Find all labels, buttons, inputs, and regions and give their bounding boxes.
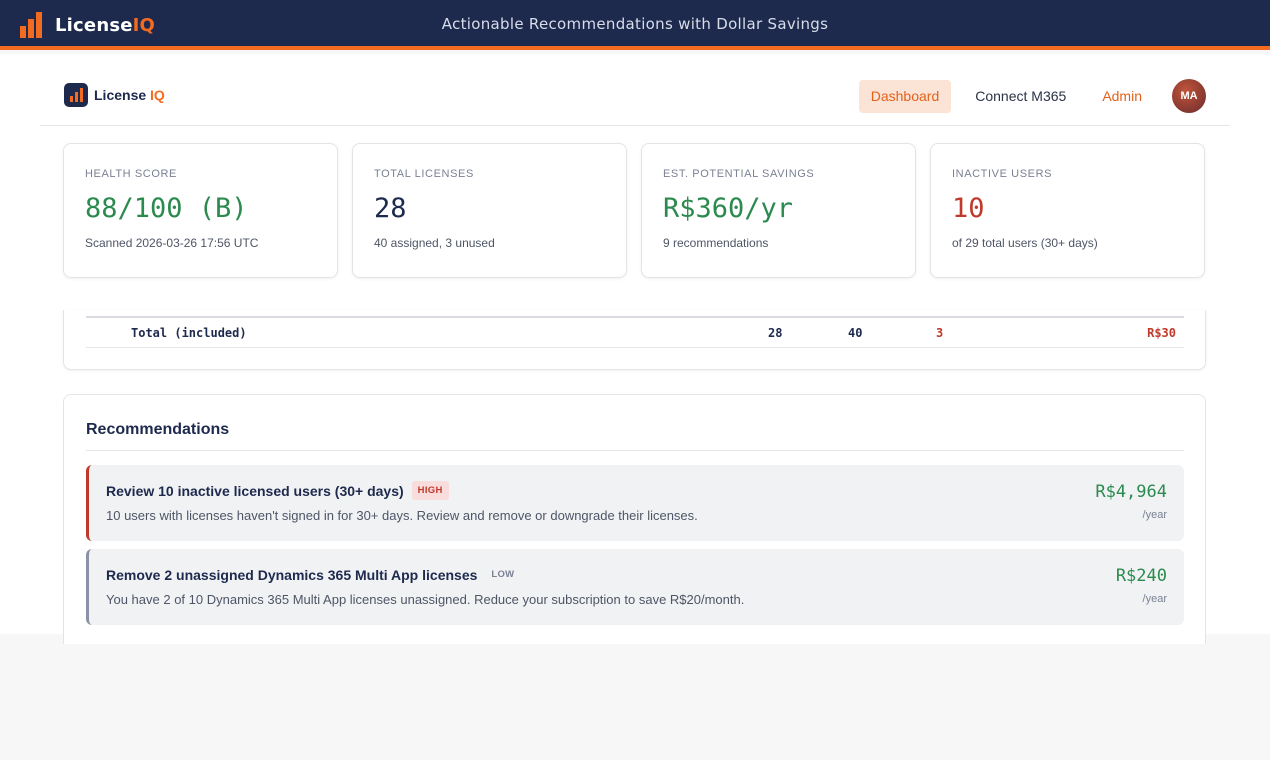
total-row-total: 28 (768, 326, 783, 340)
stat-value: 10 (952, 193, 985, 224)
nav-admin-link[interactable]: Admin (1090, 80, 1154, 113)
total-row-unused: 3 (936, 326, 944, 340)
bar-chart-icon (64, 83, 88, 107)
stat-subtext: Scanned 2026-03-26 17:56 UTC (85, 236, 259, 250)
stat-label: INACTIVE USERS (952, 168, 1053, 180)
user-avatar[interactable]: MA (1172, 79, 1206, 113)
nav-links: Dashboard Connect M365 Admin MA (847, 79, 1206, 113)
recommendation-header: Review 10 inactive licensed users (30+ d… (106, 481, 449, 500)
recommendation-period: /year (1142, 509, 1167, 521)
priority-badge: LOW (491, 569, 515, 580)
nav-dashboard-link[interactable]: Dashboard (858, 79, 952, 113)
recommendation-title: Review 10 inactive licensed users (30+ d… (106, 482, 404, 499)
recommendation-savings: R$4,964 (1095, 482, 1167, 502)
divider (86, 450, 1184, 451)
recommendation-period: /year (1142, 593, 1167, 605)
recommendation-title: Remove 2 unassigned Dynamics 365 Multi A… (106, 566, 478, 583)
licenses-table-card: Total (included) 28 40 3 R$30 (63, 310, 1206, 370)
recommendation-header: Remove 2 unassigned Dynamics 365 Multi A… (106, 565, 520, 584)
recommendation-item[interactable]: Review 10 inactive licensed users (30+ d… (86, 465, 1184, 541)
recommendation-description: You have 2 of 10 Dynamics 365 Multi App … (106, 592, 745, 607)
total-row-cost: R$30 (1147, 326, 1176, 340)
nav-logo-text: License IQ (94, 87, 165, 103)
app-nav: License IQ Dashboard Connect M365 Admin … (40, 54, 1230, 126)
total-row-assigned: 40 (848, 326, 863, 340)
app-main: License IQ Dashboard Connect M365 Admin … (0, 54, 1270, 644)
stat-label: HEALTH SCORE (85, 168, 177, 180)
nav-logo[interactable]: License IQ (64, 83, 165, 107)
table-total-row: Total (included) 28 40 3 R$30 (86, 316, 1184, 348)
stat-value: 88/100 (B) (85, 193, 248, 224)
stat-subtext: 9 recommendations (663, 236, 769, 250)
stat-value: 28 (374, 193, 407, 224)
stat-card-inactive-users: INACTIVE USERS 10 of 29 total users (30+… (930, 143, 1205, 278)
stat-subtext: 40 assigned, 3 unused (374, 236, 495, 250)
recommendations-title: Recommendations (86, 421, 230, 438)
recommendation-description: 10 users with licenses haven't signed in… (106, 508, 698, 523)
total-row-label: Total (included) (131, 326, 247, 340)
stat-card-potential-savings: EST. POTENTIAL SAVINGS R$360/yr 9 recomm… (641, 143, 916, 278)
recommendations-card: Recommendations Review 10 inactive licen… (63, 394, 1206, 644)
priority-badge: HIGH (411, 481, 449, 500)
stat-card-total-licenses: TOTAL LICENSES 28 40 assigned, 3 unused (352, 143, 627, 278)
stat-subtext: of 29 total users (30+ days) (952, 236, 1098, 250)
stat-card-health-score: HEALTH SCORE 88/100 (B) Scanned 2026-03-… (63, 143, 338, 278)
recommendation-item[interactable]: Remove 2 unassigned Dynamics 365 Multi A… (86, 549, 1184, 625)
top-header: LicenseIQ Actionable Recommendations wit… (0, 0, 1270, 50)
nav-connect-m365-link[interactable]: Connect M365 (963, 80, 1078, 113)
header-title: Actionable Recommendations with Dollar S… (441, 15, 829, 33)
stat-value: R$360/yr (663, 193, 794, 224)
stat-label: TOTAL LICENSES (374, 168, 474, 180)
recommendation-savings: R$240 (1115, 566, 1167, 586)
stat-label: EST. POTENTIAL SAVINGS (663, 168, 815, 180)
